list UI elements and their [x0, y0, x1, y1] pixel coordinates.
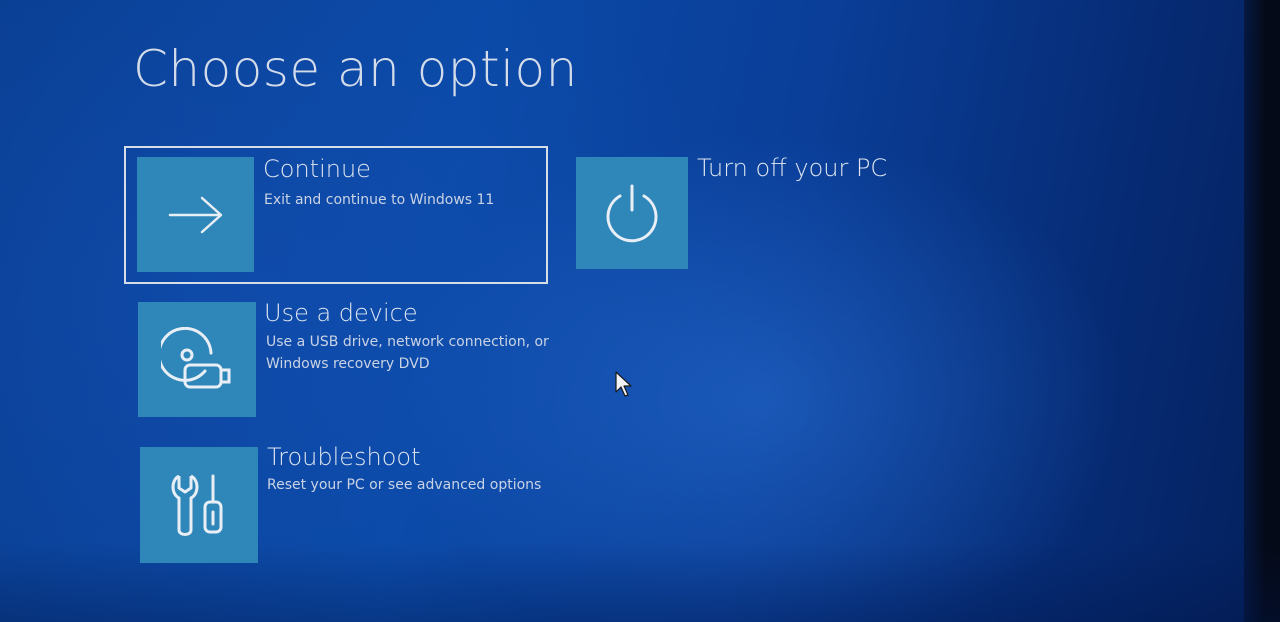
troubleshoot-tile — [140, 447, 258, 563]
use-device-label: Use a device — [264, 299, 418, 327]
screen-edge-shadow — [1244, 0, 1280, 622]
turn-off-label: Turn off your PC — [697, 154, 888, 182]
tools-icon — [171, 474, 223, 536]
turn-off-option[interactable]: Turn off your PC — [576, 154, 896, 272]
continue-label: Continue — [263, 155, 371, 183]
troubleshoot-description: Reset your PC or see advanced options — [267, 477, 542, 493]
continue-description: Exit and continue to Windows 11 — [264, 192, 495, 208]
power-icon — [606, 184, 658, 243]
use-device-description: Use a USB drive, network connection, or … — [266, 334, 549, 372]
usb-disc-icon — [161, 326, 231, 388]
use-device-tile — [138, 302, 256, 417]
troubleshoot-option[interactable]: Troubleshoot Reset your PC or see advanc… — [140, 443, 550, 565]
turn-off-tile — [576, 157, 688, 269]
page-title: Choose an option — [133, 40, 578, 98]
mouse-cursor-icon — [615, 371, 632, 397]
arrow-right-icon — [168, 196, 222, 233]
use-device-option[interactable]: Use a device Use a USB drive, network co… — [138, 299, 549, 420]
troubleshoot-label: Troubleshoot — [267, 443, 421, 471]
continue-tile — [137, 157, 254, 272]
continue-option[interactable]: Continue Exit and continue to Windows 11 — [137, 155, 547, 277]
